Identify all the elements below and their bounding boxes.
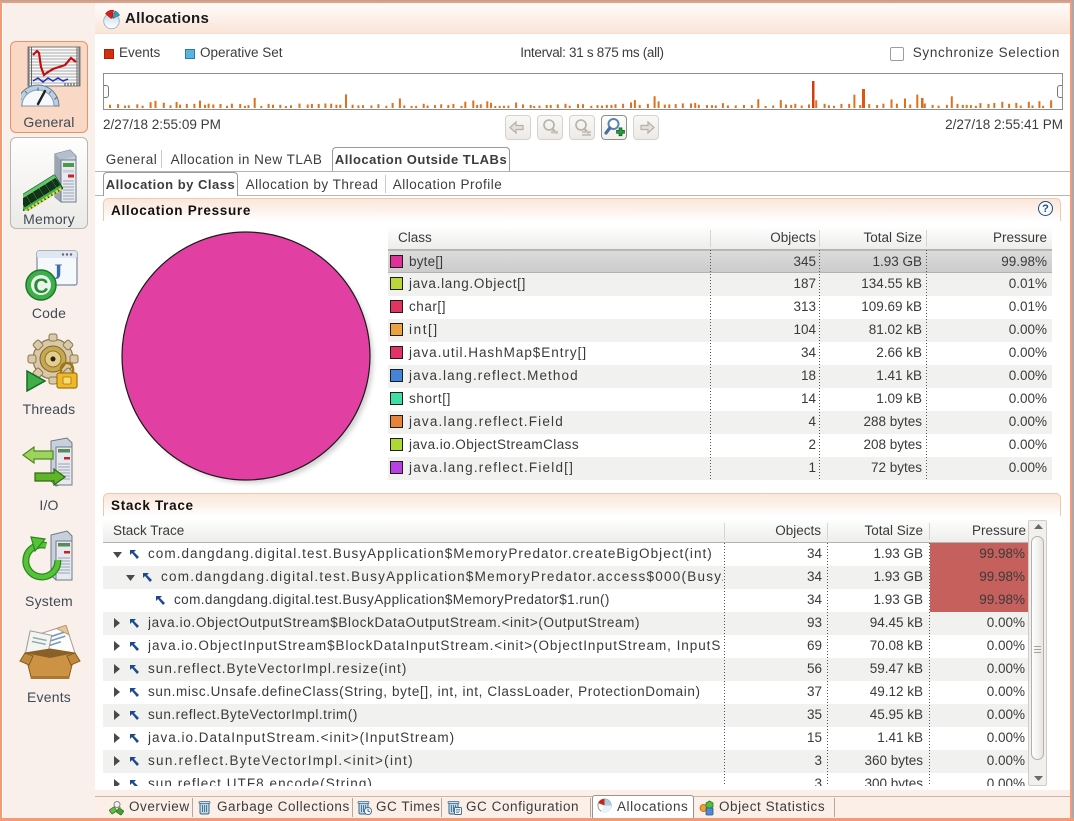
- svg-text:C: C: [33, 275, 48, 298]
